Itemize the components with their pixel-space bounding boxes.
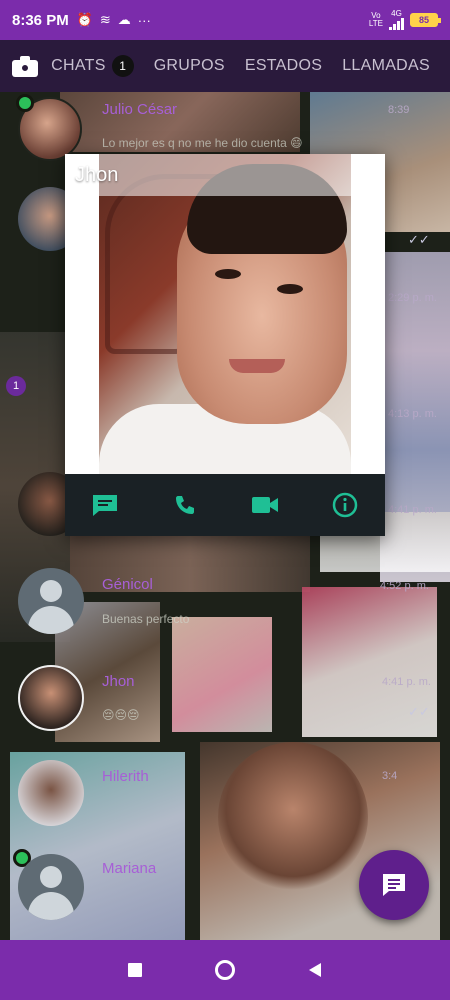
chat-time: 4:41 p. m. (382, 676, 431, 688)
online-indicator (16, 94, 34, 112)
chat-preview: 😔😔😔 (102, 708, 140, 722)
phone-icon[interactable] (165, 485, 205, 525)
message-icon[interactable] (85, 485, 125, 525)
chat-name[interactable]: Jhon (102, 673, 135, 690)
chat-time: 4:41 p. m. (388, 504, 437, 516)
signal-bars-icon (389, 18, 404, 30)
tab-label-groups: GRUPOS (153, 57, 225, 74)
network-type-label: 4G (391, 9, 402, 18)
wallpaper-photo (172, 617, 272, 732)
chat-time: 4:13 p. m. (388, 408, 437, 420)
app-tab-bar: CHATS 1 GRUPOS ESTADOS LLAMADAS (0, 40, 450, 92)
chat-preview: Lo mejor es q no me he dio cuenta 😄 (102, 136, 303, 150)
new-chat-icon (383, 874, 405, 896)
tab-groups[interactable]: GRUPOS (154, 57, 225, 75)
battery-icon: 85 (410, 13, 441, 27)
wallpaper-photo (218, 742, 368, 892)
unread-badge: 1 (6, 376, 26, 396)
clock: 8:36 PM (12, 11, 69, 29)
chat-name[interactable]: Mariana (102, 860, 156, 877)
chat-time: 8:39 (388, 104, 410, 116)
new-chat-button[interactable] (359, 850, 429, 920)
chat-name[interactable]: Génicol (102, 576, 153, 593)
chat-time: 2:29 p. m. (388, 292, 437, 304)
read-ticks-icon: ✓✓ (408, 704, 430, 719)
video-call-icon[interactable] (245, 485, 285, 525)
system-navigation-bar (0, 940, 450, 1000)
info-icon[interactable] (325, 485, 365, 525)
volte-indicator: Vo LTE (369, 12, 383, 28)
tab-label-chats: CHATS (51, 57, 106, 74)
default-avatar-icon[interactable] (18, 568, 84, 634)
avatar[interactable] (18, 760, 84, 826)
default-avatar-icon[interactable] (18, 854, 84, 920)
recents-square-icon[interactable] (115, 950, 155, 990)
read-ticks-icon: ✓✓ (408, 232, 430, 247)
signal-indicator: 4G (389, 10, 404, 30)
chat-preview: Buenas perfecto (102, 612, 190, 626)
home-circle-icon[interactable] (205, 950, 245, 990)
chat-name[interactable]: Hilerith (102, 768, 149, 785)
chats-unread-count: 1 (111, 55, 134, 77)
tab-calls[interactable]: LLAMADAS (342, 57, 430, 75)
tab-label-calls: LLAMADAS (342, 57, 430, 74)
tab-status[interactable]: ESTADOS (245, 57, 322, 75)
battery-level: 85 (418, 15, 429, 25)
more-dots-icon: ··· (137, 12, 151, 28)
lte-label: LTE (368, 19, 383, 28)
camera-icon[interactable] (12, 55, 38, 77)
avatar[interactable] (18, 665, 84, 731)
back-triangle-icon[interactable] (295, 950, 335, 990)
profile-photo[interactable] (99, 154, 351, 474)
cloud-icon: ☁ (117, 12, 131, 27)
chat-name[interactable]: Julio César (102, 101, 177, 118)
data-saver-icon: ≋ (99, 12, 111, 27)
profile-actions-bar (65, 474, 385, 536)
status-bar: 8:36 PM ⏰ ≋ ☁ ··· Vo LTE 4G 85 (0, 0, 450, 40)
profile-quick-view: Jhon (65, 154, 385, 536)
chat-time: 4:52 p. m. (380, 580, 429, 592)
tab-chats[interactable]: CHATS 1 (51, 55, 134, 77)
alarm-icon: ⏰ (76, 12, 93, 27)
tab-label-status: ESTADOS (244, 57, 323, 74)
profile-name: Jhon (75, 164, 119, 186)
chat-time: 3:4 (382, 770, 398, 782)
